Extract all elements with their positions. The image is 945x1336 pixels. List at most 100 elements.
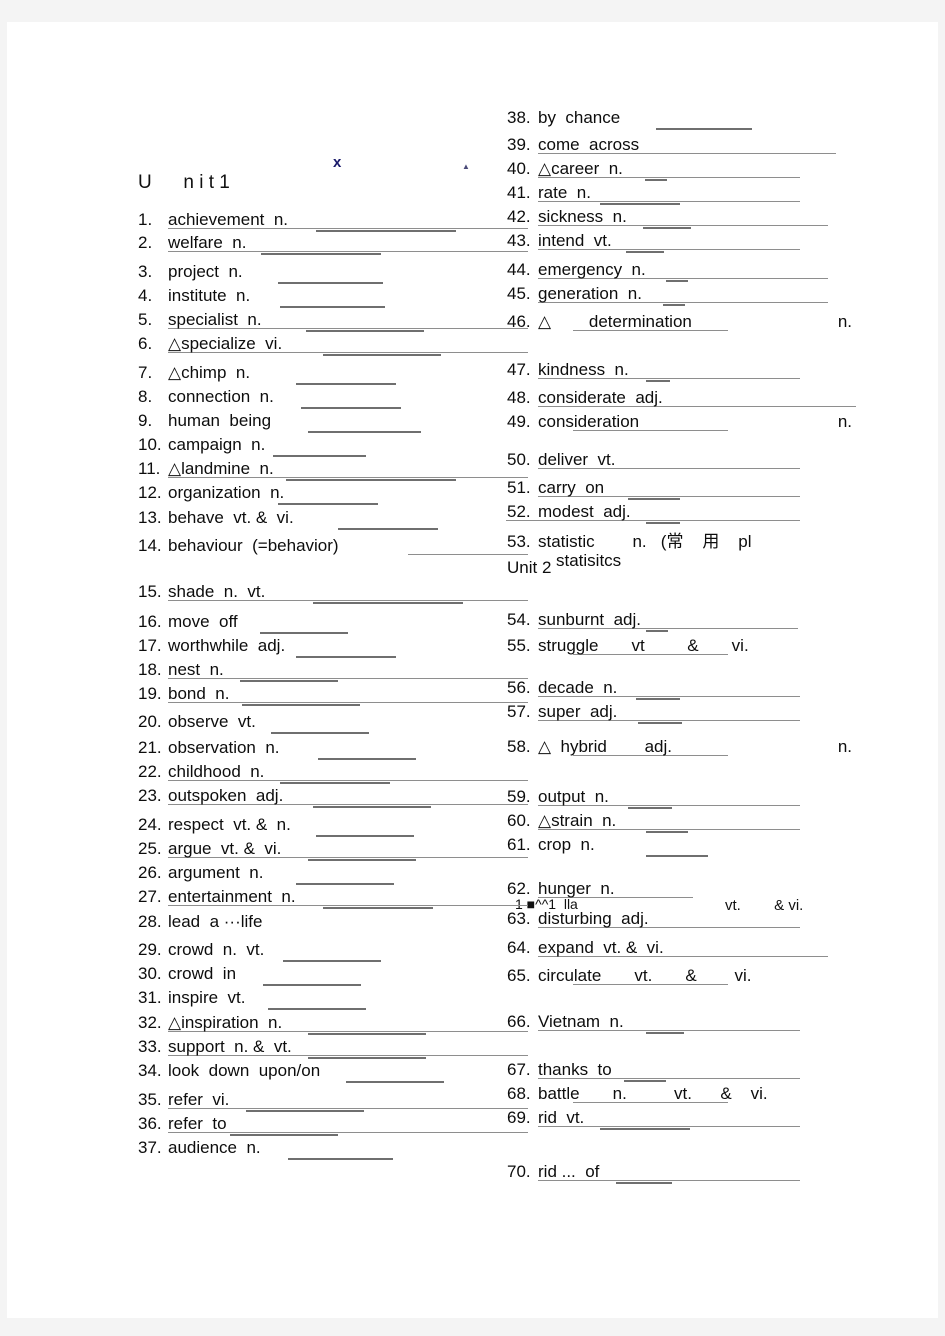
entry-number: 9. bbox=[138, 411, 153, 430]
answer-blank[interactable] bbox=[338, 528, 438, 530]
entry-number: 6. bbox=[138, 334, 153, 353]
answer-blank[interactable] bbox=[261, 253, 381, 255]
answer-blank[interactable] bbox=[246, 1110, 364, 1112]
answer-blank[interactable] bbox=[624, 1080, 666, 1082]
answer-blank[interactable] bbox=[296, 883, 394, 885]
answer-blank[interactable] bbox=[616, 1182, 672, 1184]
answer-blank[interactable] bbox=[316, 230, 456, 232]
entry-body: connection n. bbox=[168, 387, 498, 409]
answer-blank[interactable] bbox=[318, 758, 416, 760]
answer-blank[interactable] bbox=[646, 855, 708, 857]
vocabulary-entry: 60. △strain n. bbox=[507, 811, 852, 833]
answer-blank[interactable] bbox=[296, 656, 396, 658]
vocabulary-entry: 29. crowd n. vt. bbox=[138, 940, 498, 962]
answer-blank[interactable] bbox=[323, 354, 441, 356]
entry-body: consideration n. bbox=[538, 412, 852, 431]
answer-blank[interactable] bbox=[260, 632, 348, 634]
vocabulary-entry: 40. △career n. bbox=[507, 159, 852, 181]
answer-blank[interactable] bbox=[313, 602, 463, 604]
entry-word: disturbing adj. bbox=[538, 909, 649, 928]
entry-word: refer to bbox=[168, 1114, 227, 1133]
answer-blank[interactable] bbox=[666, 280, 688, 282]
vocabulary-entry: 45. generation n. bbox=[507, 284, 852, 306]
entry-word: argument n. bbox=[168, 863, 264, 882]
vocabulary-entry: 62. hunger n. bbox=[507, 879, 852, 898]
answer-blank[interactable] bbox=[278, 282, 383, 284]
answer-blank[interactable] bbox=[638, 722, 682, 724]
answer-blank[interactable] bbox=[280, 306, 385, 308]
answer-blank[interactable] bbox=[301, 407, 401, 409]
answer-blank[interactable] bbox=[346, 1081, 444, 1083]
answer-blank[interactable] bbox=[646, 522, 680, 524]
answer-blank[interactable] bbox=[286, 479, 456, 481]
answer-blank[interactable] bbox=[308, 859, 416, 861]
answer-blank[interactable] bbox=[663, 304, 685, 306]
answer-blank[interactable] bbox=[306, 330, 424, 332]
entry-word: sickness n. bbox=[538, 207, 627, 226]
vocabulary-entry: 5. specialist n. bbox=[138, 310, 528, 332]
answer-blank[interactable] bbox=[626, 251, 664, 253]
answer-blank[interactable] bbox=[656, 128, 752, 130]
entry-body: modest adj. bbox=[506, 502, 852, 524]
vocabulary-entry: 65. circulate vt. & vi. bbox=[507, 966, 852, 985]
entry-word: output n. bbox=[538, 787, 609, 806]
vocabulary-entry: 17. worthwhile adj. bbox=[138, 636, 498, 658]
vocabulary-entry: 8. connection n. bbox=[138, 387, 498, 409]
entry-word: decade n. bbox=[538, 678, 618, 697]
answer-blank[interactable] bbox=[646, 1032, 684, 1034]
entry-number: 34. bbox=[138, 1061, 162, 1080]
answer-blank[interactable] bbox=[308, 1033, 426, 1035]
vocabulary-entry: 12. organization n. bbox=[138, 483, 498, 505]
entry-body: observation n. bbox=[168, 738, 498, 760]
answer-blank[interactable] bbox=[316, 835, 414, 837]
answer-blank[interactable] bbox=[283, 960, 381, 962]
entry-body: sunburnt adj. bbox=[538, 610, 852, 632]
answer-blank[interactable] bbox=[646, 831, 688, 833]
vocabulary-entry: 19. bond n. bbox=[138, 684, 528, 706]
entry-word: rid ... of bbox=[538, 1162, 600, 1181]
entry-pos-tail: n. bbox=[837, 737, 852, 756]
entry-body: worthwhile adj. bbox=[168, 636, 498, 658]
vocabulary-entry: 69. rid vt. bbox=[507, 1108, 852, 1130]
entry-number: 47. bbox=[507, 360, 531, 379]
answer-blank[interactable] bbox=[242, 704, 360, 706]
vocabulary-entry: 7. △chimp n. bbox=[138, 363, 498, 385]
answer-blank[interactable] bbox=[271, 732, 369, 734]
entry-word: campaign n. bbox=[168, 435, 266, 454]
entry-body: rid vt. bbox=[538, 1108, 852, 1130]
vocabulary-entry: 57. super adj. bbox=[507, 702, 852, 724]
answer-blank[interactable] bbox=[645, 179, 667, 181]
answer-blank[interactable] bbox=[628, 498, 680, 500]
entry-word: entertainment n. bbox=[168, 887, 296, 906]
entry-word: shade n. vt. bbox=[168, 582, 266, 601]
entry-word: crowd in bbox=[168, 964, 237, 983]
answer-blank[interactable] bbox=[636, 698, 680, 700]
answer-blank[interactable] bbox=[268, 1008, 366, 1010]
answer-blank[interactable] bbox=[646, 630, 668, 632]
answer-blank[interactable] bbox=[273, 455, 366, 457]
answer-blank[interactable] bbox=[308, 431, 421, 433]
answer-blank[interactable] bbox=[308, 1057, 426, 1059]
vocabulary-entry: 46. △ determination n. bbox=[507, 312, 852, 331]
answer-blank[interactable] bbox=[643, 227, 691, 229]
answer-blank[interactable] bbox=[296, 383, 396, 385]
answer-blank[interactable] bbox=[280, 782, 390, 784]
answer-blank[interactable] bbox=[313, 806, 431, 808]
answer-blank[interactable] bbox=[646, 380, 670, 382]
answer-blank[interactable] bbox=[288, 1158, 393, 1160]
entry-body: crop n. bbox=[538, 835, 852, 857]
answer-blank[interactable] bbox=[240, 680, 338, 682]
entry-pos-tail: n. bbox=[837, 412, 852, 431]
answer-blank[interactable] bbox=[278, 503, 378, 505]
entry-number: 27. bbox=[138, 887, 162, 906]
answer-blank[interactable] bbox=[230, 1134, 338, 1136]
answer-blank[interactable] bbox=[600, 1128, 690, 1130]
entry-word: struggle vt & vi. bbox=[538, 636, 749, 655]
entry-number: 26. bbox=[138, 863, 162, 882]
answer-blank[interactable] bbox=[323, 907, 433, 909]
entry-body: campaign n. bbox=[168, 435, 498, 457]
answer-blank[interactable] bbox=[263, 984, 361, 986]
answer-blank[interactable] bbox=[628, 807, 672, 809]
entry-number: 67. bbox=[507, 1060, 531, 1079]
answer-blank[interactable] bbox=[600, 203, 680, 205]
